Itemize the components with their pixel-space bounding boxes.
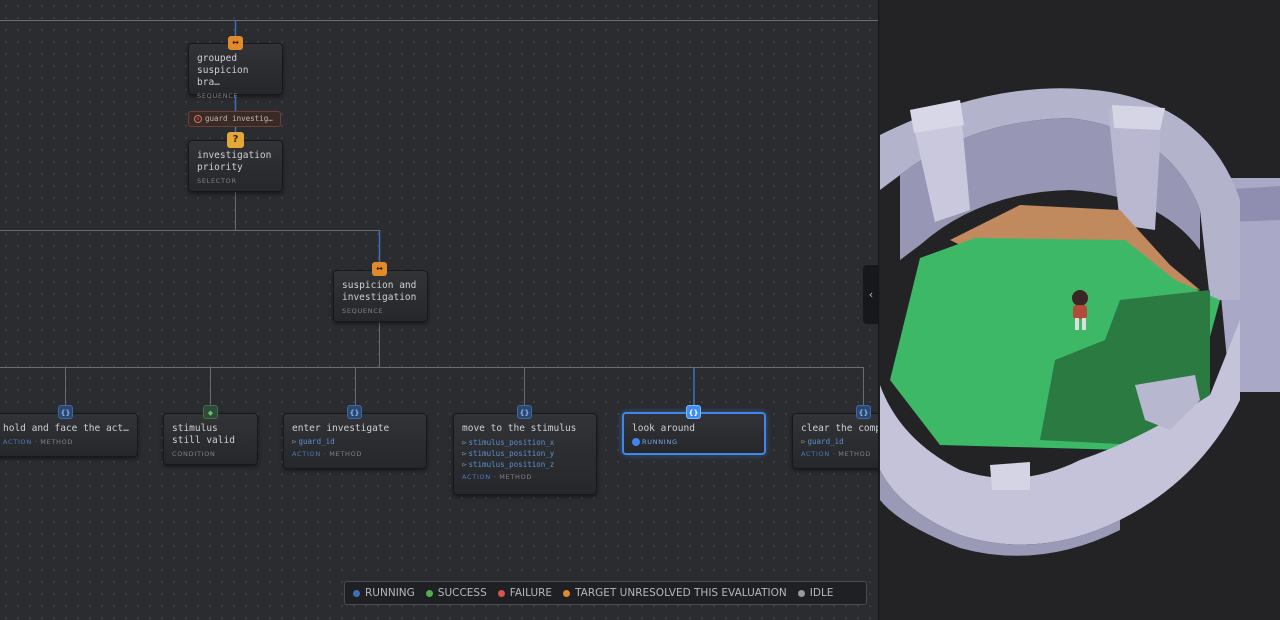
legend-item-success: SUCCESS — [425, 587, 487, 599]
node-kind: ACTION · METHOD — [801, 450, 878, 458]
tree-connections — [0, 20, 878, 406]
node-title: enter investigate — [292, 423, 390, 434]
braces-icon: {} — [856, 405, 871, 419]
character-head — [1072, 290, 1088, 306]
collapse-panel-button[interactable]: ‹ — [863, 265, 878, 324]
character-body — [1073, 305, 1087, 319]
braces-icon: {} — [58, 405, 73, 419]
param-label: guard_id — [807, 437, 844, 446]
node-kind-method: · METHOD — [490, 473, 533, 481]
node-title: look around — [632, 423, 695, 434]
param-label: guard_id — [298, 437, 335, 446]
node-title: move to the stimulus — [462, 423, 577, 434]
node-kind: SEQUENCE — [197, 92, 239, 100]
node-kind-action: ACTION — [462, 473, 491, 481]
legend-dot — [497, 589, 505, 597]
node-title: grouped suspicion bra… — [197, 53, 249, 88]
decorator-x-icon: ✕ — [194, 115, 202, 123]
node-move-to-stimulus[interactable]: move to the stimulus ⊳ stimulus_position_… — [453, 413, 597, 495]
game-viewport[interactable] — [880, 0, 1280, 620]
character-leg — [1075, 318, 1079, 330]
running-dot — [632, 438, 640, 446]
braces-icon: {} — [347, 405, 362, 419]
sequence-icon: ↔ — [228, 36, 243, 50]
pillar-cap — [1112, 105, 1165, 130]
node-kind-action: ACTION — [3, 438, 32, 446]
node-kind: CONDITION — [172, 450, 216, 458]
legend-label: FAILURE — [509, 587, 553, 599]
node-kind-action: ACTION — [292, 450, 321, 458]
param-icon: ⊳ — [801, 437, 806, 446]
param-icon: ⊳ — [462, 460, 467, 469]
status-legend: RUNNING SUCCESS FAILURE TARGET UNRESOLVE… — [344, 581, 867, 605]
legend-label: RUNNING — [365, 587, 415, 599]
param-guard-id: ⊳ guard_id — [292, 436, 418, 447]
decorator-label: guard investig… — [205, 114, 273, 123]
legend-dot — [563, 589, 571, 597]
node-title: investigation priority — [197, 150, 272, 173]
legend-item-idle: IDLE — [797, 587, 834, 599]
param-stimulus-z: ⊳ stimulus_position_z — [462, 459, 588, 470]
node-kind-method: · METHOD — [320, 450, 363, 458]
node-title: suspicion and investigation — [342, 280, 417, 303]
legend-dot — [353, 589, 360, 597]
legend-label: TARGET UNRESOLVED THIS EVALUATION — [575, 587, 787, 599]
node-title: hold and face the act… — [3, 423, 129, 434]
legend-dot — [425, 589, 433, 597]
param-label: stimulus_position_x — [468, 438, 555, 447]
legend-item-target-unresolved: TARGET UNRESOLVED THIS EVALUATION — [563, 587, 787, 599]
param-icon: ⊳ — [462, 449, 467, 458]
character-leg — [1082, 318, 1086, 330]
wall-block — [990, 462, 1030, 490]
decorator-guard-investigation[interactable]: ✕ guard investig… — [188, 111, 281, 127]
node-status: RUNNING — [632, 438, 756, 446]
node-stimulus-still-valid[interactable]: stimulus still valid CONDITION — [163, 413, 258, 465]
chevron-left-icon: ‹ — [868, 288, 874, 301]
node-hold-and-face[interactable]: hold and face the act… ACTION · METHOD — [0, 413, 138, 457]
legend-label: SUCCESS — [437, 587, 487, 599]
legend-dot — [797, 589, 805, 597]
param-label: stimulus_position_z — [468, 460, 555, 469]
question-mark-icon: ? — [227, 132, 244, 148]
node-status-label: RUNNING — [642, 438, 678, 446]
node-clear-the-comp[interactable]: clear the comp ⊳ guard_id ACTION · METHOD — [792, 413, 879, 469]
param-stimulus-y: ⊳ stimulus_position_y — [462, 448, 588, 459]
node-suspicion-and-investigation[interactable]: suspicion and investigation SEQUENCE — [333, 270, 428, 322]
sequence-icon: ↔ — [372, 262, 387, 276]
param-icon: ⊳ — [292, 437, 297, 446]
braces-icon: {} — [686, 405, 701, 419]
node-title: clear the comp — [801, 423, 879, 434]
node-kind-method: · METHOD — [829, 450, 872, 458]
arena-scene — [880, 88, 1280, 556]
braces-icon: {} — [517, 405, 532, 419]
legend-item-running: RUNNING — [353, 587, 415, 599]
node-kind: ACTION · METHOD — [462, 473, 588, 481]
node-enter-investigate[interactable]: enter investigate ⊳ guard_id ACTION · MET… — [283, 413, 427, 469]
node-kind: SELECTOR — [197, 177, 237, 185]
diamond-icon: ◆ — [203, 405, 218, 419]
param-guard-id: ⊳ guard_id — [801, 436, 878, 447]
node-grouped-suspicion-branch[interactable]: grouped suspicion bra… SEQUENCE — [188, 43, 283, 100]
param-icon: ⊳ — [462, 438, 467, 447]
node-kind: ACTION · METHOD — [292, 450, 418, 458]
node-kind-action: ACTION — [801, 450, 830, 458]
node-title: stimulus still valid — [172, 423, 235, 446]
legend-label: IDLE — [809, 587, 834, 599]
behavior-tree-canvas[interactable]: grouped suspicion bra… SEQUENCE ↔ ✕ guar… — [0, 0, 879, 620]
node-kind: ACTION · METHOD — [3, 438, 129, 446]
node-kind: SEQUENCE — [342, 307, 384, 315]
node-kind-method: · METHOD — [31, 438, 74, 446]
param-label: stimulus_position_y — [468, 449, 555, 458]
param-stimulus-x: ⊳ stimulus_position_x — [462, 437, 588, 448]
legend-item-failure: FAILURE — [497, 587, 553, 599]
